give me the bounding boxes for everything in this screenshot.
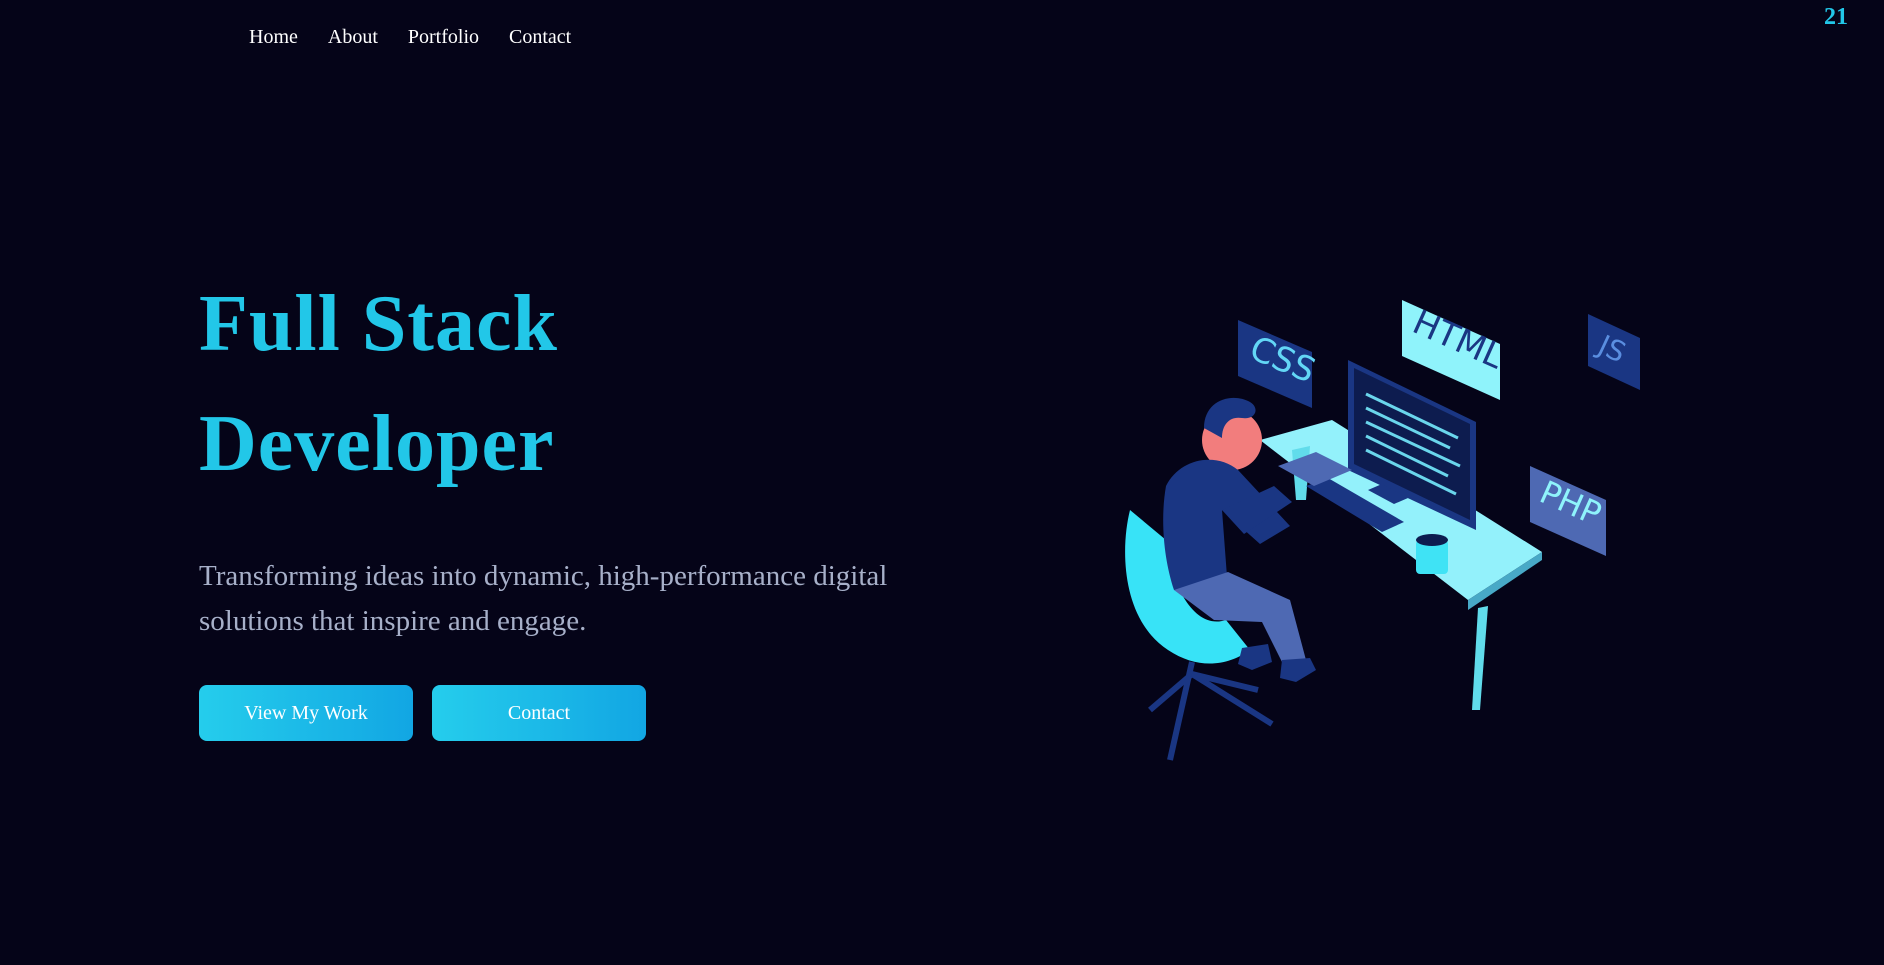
developer-illustration: CSS HTML JS PHP [1125,300,1640,761]
corner-number: 21 [1824,4,1848,30]
nav-home-link[interactable]: Home [249,26,298,49]
hero-title: Full Stack Developer [199,264,558,504]
html-tag: HTML [1402,300,1510,400]
css-tag: CSS [1238,320,1321,408]
nav-about-link[interactable]: About [328,26,378,49]
main-nav: Home About Portfolio Contact [249,26,571,49]
php-tag: PHP [1530,466,1607,556]
js-tag: JS [1588,314,1640,390]
hero-title-line2: Developer [199,400,555,488]
view-work-button[interactable]: View My Work [199,685,413,741]
hero-title-line1: Full Stack [199,280,558,368]
contact-button[interactable]: Contact [432,685,646,741]
nav-contact-link[interactable]: Contact [509,26,571,49]
mug [1416,534,1448,574]
hero-subtitle: Transforming ideas into dynamic, high-pe… [199,560,888,637]
nav-portfolio-link[interactable]: Portfolio [408,26,479,49]
